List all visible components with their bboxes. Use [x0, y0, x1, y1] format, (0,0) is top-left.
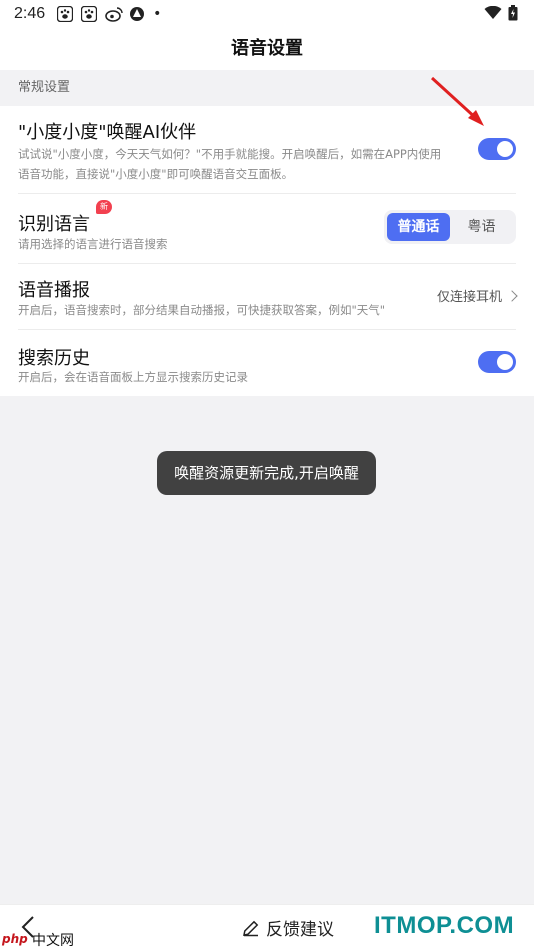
php-watermark-text: 中文网 — [32, 933, 74, 949]
wake-desc-line2: 语音功能，直接说"小度小度"即可唤醒语音交互面板。 — [18, 167, 294, 181]
language-segmented-control: 普通话 粤语 — [384, 210, 516, 244]
setting-row-language: 识别语言 新 请用选择的语言进行语音搜索 普通话 粤语 — [0, 194, 534, 264]
php-watermark-logo: php — [2, 932, 28, 946]
setting-row-history: 搜索历史 开启后，会在语音面板上方显示搜索历史记录 — [0, 330, 534, 396]
history-desc: 开启后，会在语音面板上方显示搜索历史记录 — [18, 370, 248, 384]
language-option-mandarin[interactable]: 普通话 — [387, 213, 450, 241]
new-badge: 新 — [96, 200, 112, 214]
baidu-paw-icon — [80, 5, 98, 23]
toggle-knob — [497, 141, 513, 157]
toast-message: 唤醒资源更新完成,开启唤醒 — [157, 451, 376, 495]
history-toggle[interactable] — [478, 351, 516, 373]
feedback-label: 反馈建议 — [266, 920, 334, 940]
feedback-button[interactable]: 反馈建议 — [242, 915, 334, 940]
broadcast-value[interactable]: 仅连接耳机 — [436, 286, 518, 305]
app-icon — [129, 6, 145, 22]
status-bar: 2:46 • — [0, 0, 534, 28]
wake-title: "小度小度"唤醒AI伙伴 — [18, 122, 197, 143]
weibo-icon — [105, 6, 123, 22]
site-watermark: ITMOP.COM — [374, 912, 515, 939]
page-title: 语音设置 — [0, 28, 534, 70]
battery-icon — [508, 5, 518, 25]
broadcast-desc: 开启后，语音搜索时，部分结果自动播报，可快捷获取答案，例如"天气" — [18, 303, 386, 317]
edit-pencil-icon — [243, 920, 259, 936]
wake-desc-line1: 试试说"小度小度，今天天气如何？"不用手就能搜。开启唤醒后，如需在APP内使用 — [18, 147, 442, 161]
baidu-paw-icon — [56, 5, 74, 23]
wake-toggle[interactable] — [478, 138, 516, 160]
setting-row-broadcast[interactable]: 语音播报 开启后，语音搜索时，部分结果自动播报，可快捷获取答案，例如"天气" 仅… — [0, 264, 534, 330]
annotation-arrow-icon — [430, 76, 484, 126]
language-option-cantonese[interactable]: 粤语 — [450, 213, 513, 241]
status-time: 2:46 — [14, 5, 46, 22]
toggle-knob — [497, 354, 513, 370]
dot-icon: • — [153, 6, 162, 22]
wifi-icon — [484, 5, 502, 24]
language-desc: 请用选择的语言进行语音搜索 — [18, 237, 168, 251]
settings-list: "小度小度"唤醒AI伙伴 试试说"小度小度，今天天气如何？"不用手就能搜。开启唤… — [0, 106, 534, 396]
chevron-right-icon — [506, 289, 518, 302]
broadcast-value-label: 仅连接耳机 — [436, 290, 502, 305]
